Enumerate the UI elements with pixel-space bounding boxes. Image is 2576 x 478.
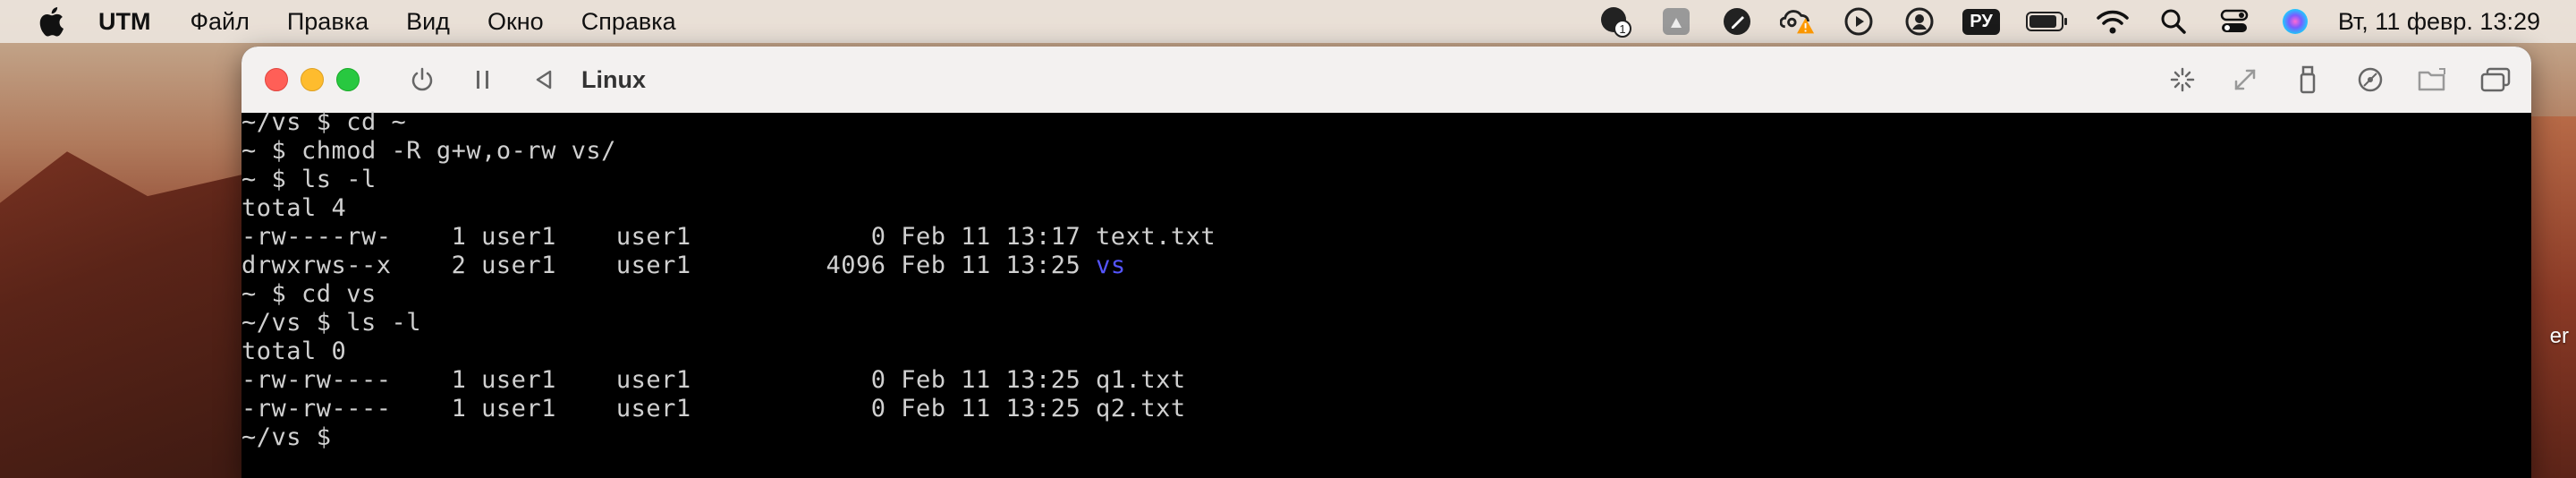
spotlight-search-icon[interactable] [2156, 4, 2191, 39]
resize-display-icon[interactable] [2227, 62, 2263, 98]
desktop-item-label: er [2549, 324, 2569, 348]
terminal-line: ~/vs $ cd ~ [242, 108, 407, 136]
wallpaper-rocks-left [0, 151, 268, 478]
window-titlebar[interactable]: Linux [242, 47, 2531, 114]
menu-view[interactable]: Вид [406, 8, 450, 36]
terminal-line-text: drwxrws--x 2 user1 user1 4096 Feb 11 13:… [242, 252, 1097, 279]
minimize-window-button[interactable] [301, 68, 324, 91]
play-icon[interactable] [1841, 4, 1877, 39]
terminal-line: -rw----rw- 1 user1 user1 0 Feb 11 13:17 … [242, 223, 1216, 251]
user-account-icon[interactable] [1902, 4, 1937, 39]
titlebar-actions [2138, 62, 2513, 98]
terminal-line: drwxrws--x 2 user1 user1 4096 Feb 11 13:… [242, 252, 1126, 280]
window-title: Linux [581, 65, 646, 93]
restart-back-icon[interactable] [526, 62, 562, 98]
menu-window[interactable]: Окно [487, 8, 544, 36]
terminal-line: ~ $ chmod -R g+w,o-rw vs/ [242, 137, 616, 165]
apple-menu-icon[interactable] [36, 6, 66, 37]
shared-folder-icon[interactable] [2415, 62, 2451, 98]
terminal-display[interactable]: ~/vs $ cd ~ ~ $ chmod -R g+w,o-rw vs/ ~ … [242, 108, 2531, 478]
control-center-icon[interactable] [2216, 4, 2252, 39]
directory-name: vs [1096, 252, 1126, 279]
terminal-line: ~/vs $ ls -l [242, 309, 422, 337]
menu-file[interactable]: Файл [190, 8, 249, 36]
menu-help[interactable]: Справка [581, 8, 676, 36]
terminal-line: total 4 [242, 194, 347, 222]
terminal-line: ~ $ ls -l [242, 166, 377, 193]
vm-window: Linux ~/vs $ cd ~ ~ $ chmod -R g+w,o-rw … [242, 47, 2531, 478]
power-icon[interactable] [404, 62, 440, 98]
battery-icon[interactable] [2025, 4, 2070, 39]
notification-app-icon[interactable]: 1 [1597, 4, 1633, 39]
terminal-line: ~ $ cd vs [242, 280, 377, 308]
wifi-icon[interactable] [2095, 4, 2131, 39]
google-drive-icon[interactable] [1658, 4, 1694, 39]
terminal-line: -rw-rw---- 1 user1 user1 0 Feb 11 13:25 … [242, 395, 1186, 423]
terminal-line: total 0 [242, 337, 347, 365]
windows-switch-icon[interactable] [2478, 62, 2513, 98]
close-window-button[interactable] [265, 68, 288, 91]
menu-bar: UTM Файл Правка Вид Окно Справка 1 РУ Вт… [0, 0, 2576, 43]
creative-cloud-warning-icon[interactable] [1780, 4, 1816, 39]
svg-text:1: 1 [1620, 22, 1626, 36]
terminal-prompt-line: ~/vs $ [242, 423, 347, 451]
pen-tool-icon[interactable] [1719, 4, 1755, 39]
input-source-indicator[interactable]: РУ [1962, 8, 2000, 35]
capture-input-icon[interactable] [2165, 62, 2200, 98]
usb-drive-icon[interactable] [2290, 62, 2326, 98]
menu-app-utm[interactable]: UTM [98, 8, 150, 36]
menu-edit[interactable]: Правка [287, 8, 369, 36]
disk-drive-icon[interactable] [2352, 62, 2388, 98]
status-area: 1 РУ Вт, 11 февр. 13:29 [1597, 0, 2576, 43]
siri-icon[interactable] [2277, 4, 2313, 39]
pause-icon[interactable] [465, 62, 501, 98]
menu-clock[interactable]: Вт, 11 февр. 13:29 [2338, 8, 2540, 36]
terminal-line: -rw-rw---- 1 user1 user1 0 Feb 11 13:25 … [242, 366, 1186, 394]
zoom-window-button[interactable] [336, 68, 360, 91]
